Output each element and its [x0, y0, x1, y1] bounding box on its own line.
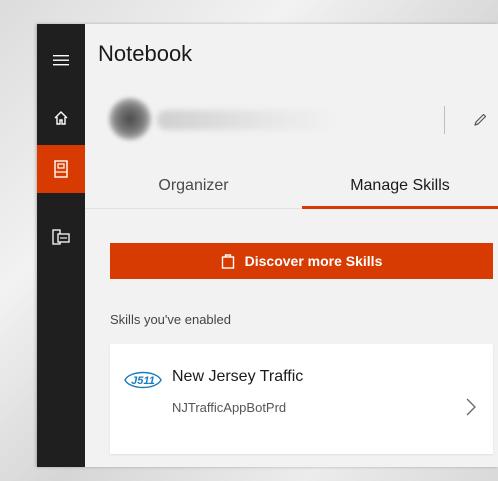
notebook-button[interactable] [37, 145, 85, 193]
skill-card-new-jersey-traffic[interactable]: J511 New Jersey Traffic NJTrafficAppBotP… [110, 344, 493, 454]
discover-button-label: Discover more Skills [244, 253, 383, 269]
profile-divider [444, 106, 445, 134]
nj-511-logo-icon: J511 [124, 371, 162, 389]
hamburger-menu-button[interactable] [37, 36, 85, 84]
edit-profile-button[interactable] [467, 106, 493, 134]
pencil-icon [474, 113, 487, 126]
devices-button[interactable] [37, 213, 85, 261]
notebook-tabs: Organizer Manage Skills [85, 164, 498, 212]
chevron-right-icon [466, 398, 476, 416]
notebook-window: Notebook Organizer Manage Skills Discove… [37, 24, 498, 467]
skill-id: NJTrafficAppBotPrd [172, 400, 287, 415]
navigation-rail [37, 24, 85, 467]
tab-manage-skills[interactable]: Manage Skills [302, 164, 498, 208]
skill-name: New Jersey Traffic [172, 368, 304, 385]
hamburger-menu-icon [53, 55, 69, 66]
avatar [109, 98, 151, 140]
active-tab-indicator [302, 206, 498, 209]
tab-organizer[interactable]: Organizer [85, 164, 302, 208]
devices-icon [52, 229, 70, 245]
page-title: Notebook [98, 41, 193, 66]
blurred-user-name [157, 110, 337, 130]
home-icon [54, 111, 68, 125]
home-button[interactable] [37, 94, 85, 142]
bag-icon [221, 254, 234, 269]
skill-logo-text: J511 [131, 375, 155, 387]
notebook-icon [54, 160, 68, 178]
enabled-skills-heading: Skills you've enabled [110, 312, 231, 327]
discover-more-skills-button[interactable]: Discover more Skills [110, 243, 493, 279]
profile-header [103, 90, 498, 152]
